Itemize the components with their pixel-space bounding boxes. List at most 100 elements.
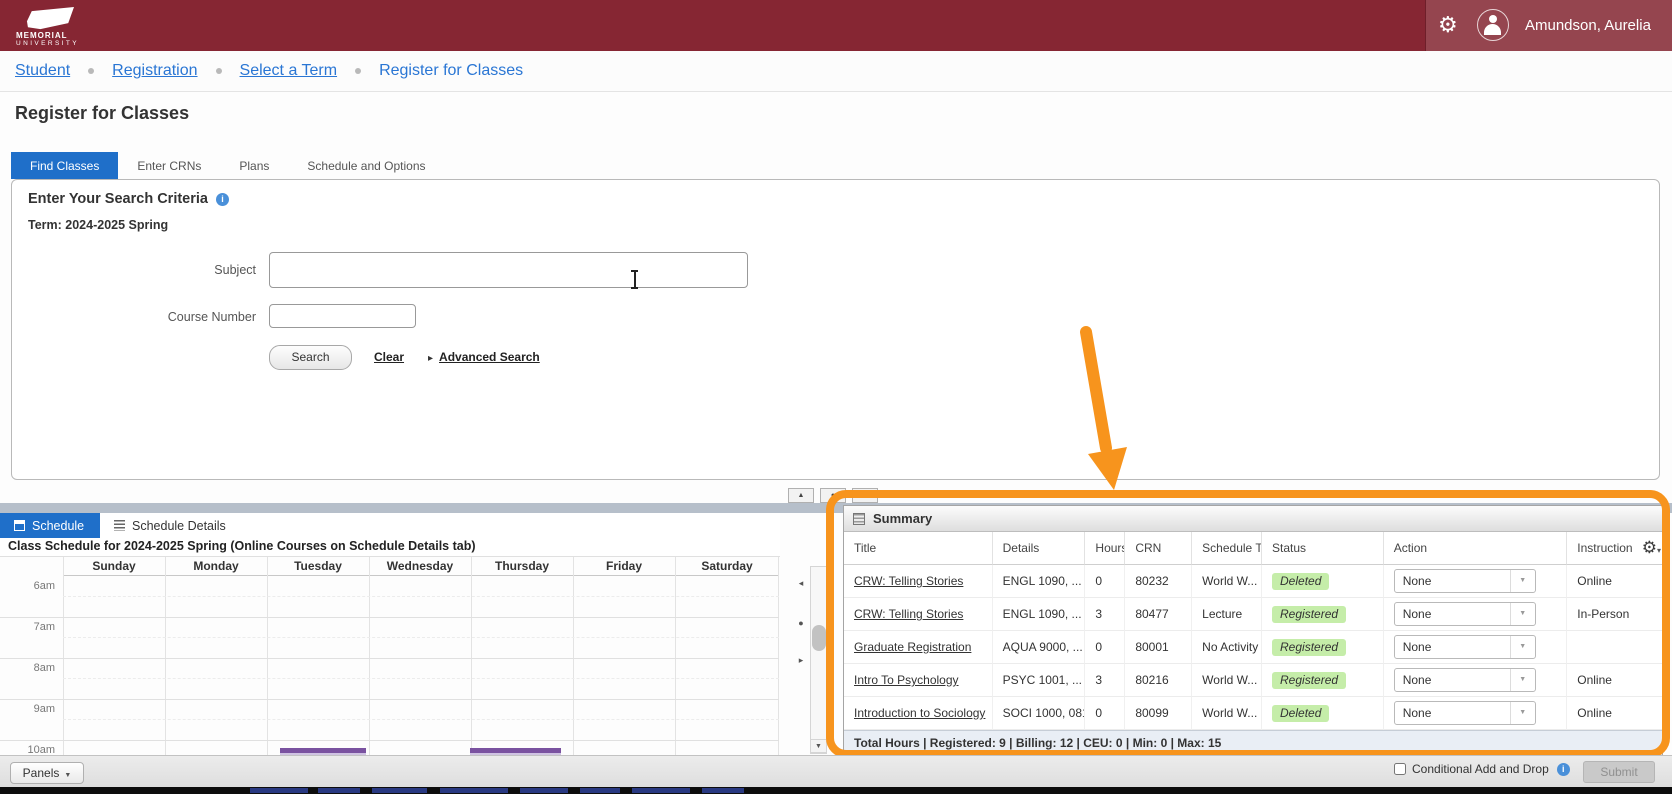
summary-column-headers: Title Details Hours CRN Schedule T Statu… bbox=[844, 532, 1662, 565]
panels-button[interactable]: Panels ▼ bbox=[10, 762, 84, 784]
tab-plans[interactable]: Plans bbox=[220, 152, 288, 179]
settings-gear-icon[interactable]: ⚙ bbox=[1438, 11, 1458, 39]
table-row: CRW: Telling Stories ENGL 1090, ... 3 80… bbox=[844, 598, 1662, 631]
breadcrumb-separator bbox=[88, 68, 94, 74]
col-header-instruction[interactable]: Instruction ⚙▾ bbox=[1567, 532, 1662, 565]
status-badge: Registered bbox=[1272, 672, 1346, 689]
text-cursor-ibeam bbox=[630, 270, 639, 289]
breadcrumb-student[interactable]: Student bbox=[15, 62, 70, 80]
course-title-link[interactable]: CRW: Telling Stories bbox=[854, 607, 963, 621]
scrollbar-track[interactable] bbox=[810, 566, 827, 754]
triangle-right-icon: ▸ bbox=[428, 353, 433, 364]
status-badge: Registered bbox=[1272, 606, 1346, 623]
search-button[interactable]: Search bbox=[269, 345, 352, 370]
course-title-link[interactable]: CRW: Telling Stories bbox=[854, 574, 963, 588]
col-header-instruction-label: Instruction bbox=[1577, 541, 1632, 555]
status-badge: Registered bbox=[1272, 639, 1346, 656]
tab-schedule-and-options[interactable]: Schedule and Options bbox=[288, 152, 444, 179]
action-select-value: None bbox=[1403, 636, 1432, 658]
chevron-down-icon[interactable]: ▼ bbox=[1510, 636, 1535, 658]
grid-line bbox=[471, 557, 472, 755]
splitter-right-arrow[interactable]: ▸ bbox=[795, 655, 807, 666]
user-avatar-icon[interactable] bbox=[1477, 9, 1509, 41]
advanced-search[interactable]: ▸ Advanced Search bbox=[428, 350, 540, 364]
col-header-hours[interactable]: Hours bbox=[1085, 532, 1125, 565]
tab-enter-crns[interactable]: Enter CRNs bbox=[118, 152, 220, 179]
cell-crn: 80099 bbox=[1125, 697, 1192, 730]
cell-instruction bbox=[1567, 631, 1662, 664]
collapse-reset-button[interactable]: ● bbox=[820, 488, 846, 503]
grid-halfhour-line bbox=[63, 596, 779, 597]
summary-title: Summary bbox=[873, 511, 932, 526]
course-number-input[interactable] bbox=[269, 304, 416, 328]
day-header-monday: Monday bbox=[165, 557, 267, 576]
tab-schedule[interactable]: Schedule bbox=[0, 513, 100, 538]
col-header-status[interactable]: Status bbox=[1262, 532, 1384, 565]
col-header-schedule-type[interactable]: Schedule T bbox=[1192, 532, 1262, 565]
subject-input[interactable] bbox=[269, 252, 748, 288]
collapse-down-button[interactable]: ▼ bbox=[852, 488, 878, 503]
memorial-university-logo: MEMORIAL UNIVERSITY bbox=[16, 4, 86, 48]
grid-line bbox=[778, 557, 779, 755]
breadcrumb-separator bbox=[355, 68, 361, 74]
action-select[interactable]: None▼ bbox=[1394, 569, 1536, 593]
user-name[interactable]: Amundson, Aurelia bbox=[1525, 0, 1651, 51]
grid-line bbox=[573, 557, 574, 755]
course-title-link[interactable]: Graduate Registration bbox=[854, 640, 971, 654]
col-header-details[interactable]: Details bbox=[993, 532, 1086, 565]
breadcrumb-current: Register for Classes bbox=[379, 62, 523, 80]
collapse-up-button[interactable]: ▲ bbox=[788, 488, 814, 503]
action-select[interactable]: None▼ bbox=[1394, 701, 1536, 725]
subject-label: Subject bbox=[146, 263, 256, 277]
chevron-down-icon[interactable]: ▼ bbox=[1510, 702, 1535, 724]
conditional-add-drop: Conditional Add and Drop i bbox=[1394, 762, 1570, 776]
cell-hours: 0 bbox=[1085, 565, 1125, 598]
submit-button[interactable]: Submit bbox=[1583, 761, 1655, 783]
course-title-link[interactable]: Intro To Psychology bbox=[854, 673, 959, 687]
splitter-handle-dot[interactable]: ● bbox=[795, 618, 807, 628]
cell-schedule-type: World W... bbox=[1192, 565, 1262, 598]
col-header-title[interactable]: Title bbox=[844, 532, 993, 565]
action-select[interactable]: None▼ bbox=[1394, 668, 1536, 692]
tab-schedule-details[interactable]: Schedule Details bbox=[100, 513, 240, 538]
table-settings-gear-icon[interactable]: ⚙▾ bbox=[1642, 532, 1661, 565]
action-select[interactable]: None ▼ bbox=[1394, 635, 1536, 659]
cell-crn: 80477 bbox=[1125, 598, 1192, 631]
grid-line bbox=[0, 740, 779, 741]
chevron-down-icon[interactable]: ▼ bbox=[1510, 570, 1535, 592]
day-header-wednesday: Wednesday bbox=[369, 557, 471, 576]
course-title-link[interactable]: Introduction to Sociology bbox=[854, 706, 985, 720]
scrollbar-down-button[interactable]: ▼ bbox=[810, 739, 827, 753]
cell-instruction: In-Person bbox=[1567, 598, 1662, 631]
scrollbar-thumb[interactable] bbox=[812, 625, 826, 651]
search-criteria-panel: Enter Your Search Criteriai Term: 2024-2… bbox=[11, 179, 1660, 480]
avatar-head bbox=[1489, 15, 1497, 23]
chevron-down-icon[interactable]: ▼ bbox=[1510, 669, 1535, 691]
search-heading: Enter Your Search Criteriai bbox=[28, 191, 229, 207]
info-icon[interactable]: i bbox=[1557, 763, 1570, 776]
breadcrumb-select-a-term[interactable]: Select a Term bbox=[240, 62, 338, 80]
cell-instruction: Online bbox=[1567, 565, 1662, 598]
cell-details: ENGL 1090, ... bbox=[993, 565, 1086, 598]
conditional-add-drop-checkbox[interactable] bbox=[1394, 763, 1406, 775]
tab-schedule-details-label: Schedule Details bbox=[132, 519, 226, 533]
advanced-search-link[interactable]: Advanced Search bbox=[439, 350, 540, 364]
clear-link[interactable]: Clear bbox=[374, 350, 404, 364]
table-row: Introduction to Sociology SOCI 1000, 081… bbox=[844, 697, 1662, 730]
breadcrumb-registration[interactable]: Registration bbox=[112, 62, 197, 80]
panels-button-label: Panels bbox=[23, 766, 60, 780]
col-header-action[interactable]: Action bbox=[1384, 532, 1568, 565]
logo-line1: MEMORIAL bbox=[16, 31, 68, 40]
chevron-down-icon[interactable]: ▼ bbox=[1510, 603, 1535, 625]
table-row: Intro To Psychology PSYC 1001, ... 3 802… bbox=[844, 664, 1662, 697]
info-icon[interactable]: i bbox=[216, 193, 229, 206]
tab-find-classes[interactable]: Find Classes bbox=[11, 152, 118, 179]
splitter-left-arrow[interactable]: ◂ bbox=[795, 578, 807, 589]
cutoff-content-strip bbox=[0, 787, 1672, 794]
action-select[interactable]: None▼ bbox=[1394, 602, 1536, 626]
col-header-crn[interactable]: CRN bbox=[1125, 532, 1192, 565]
chevron-down-icon: ▼ bbox=[64, 772, 71, 779]
table-row: Graduate Registration AQUA 9000, ... 0 8… bbox=[844, 631, 1662, 664]
register-for-classes-page: MEMORIAL UNIVERSITY ⚙ Amundson, Aurelia … bbox=[0, 0, 1672, 794]
main-tabs: Find Classes Enter CRNs Plans Schedule a… bbox=[11, 152, 445, 179]
